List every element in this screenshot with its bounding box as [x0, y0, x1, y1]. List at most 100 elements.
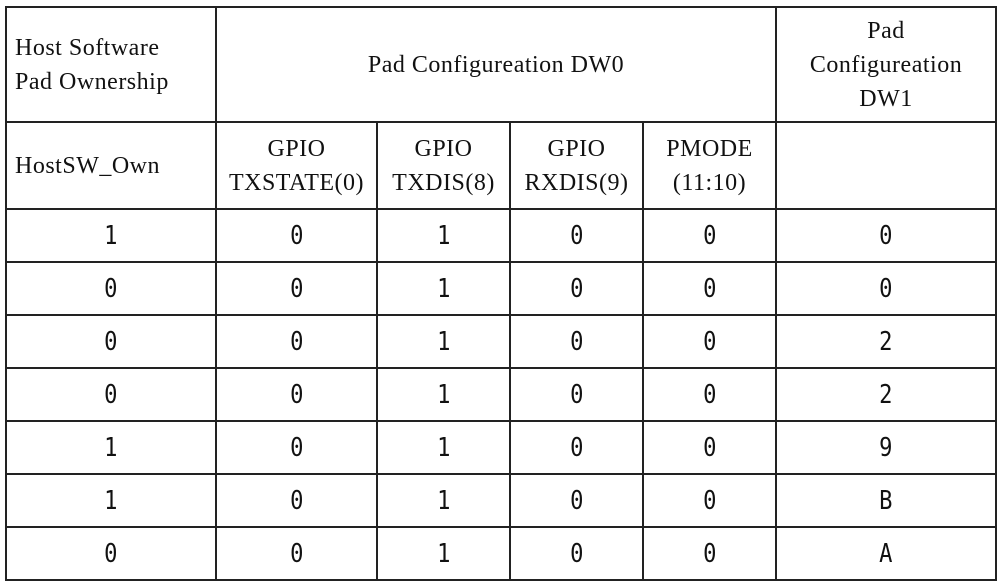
- header-line: Host Software: [15, 34, 160, 61]
- subheader-gpio-txdis: GPIO TXDIS(8): [376, 121, 511, 210]
- cell-value: 0: [569, 485, 584, 516]
- cell-value: 0: [569, 379, 584, 410]
- table-body: 10100000100000100200100210100910100B0010…: [5, 208, 998, 581]
- cell-rxdis: 0: [509, 208, 644, 263]
- cell-value: 0: [569, 432, 584, 463]
- subheader-line: RXDIS(9): [524, 169, 629, 196]
- cell-dw1: 2: [775, 314, 998, 369]
- cell-hostsw-own: 0: [5, 261, 217, 316]
- cell-value: 1: [436, 326, 451, 357]
- cell-value: 0: [702, 538, 717, 569]
- subheader-dw1-empty: [775, 121, 998, 210]
- cell-value: 0: [289, 379, 304, 410]
- cell-hostsw-own: 0: [5, 367, 217, 422]
- cell-rxdis: 0: [509, 420, 644, 475]
- cell-txstate: 0: [215, 473, 378, 528]
- table-row: 0 0 1 0 0 2: [5, 314, 998, 369]
- cell-value: 0: [104, 273, 118, 304]
- cell-value: 0: [104, 326, 118, 357]
- cell-txdis: 1: [376, 473, 511, 528]
- subheader-pmode: PMODE (11:10): [641, 121, 778, 210]
- cell-txdis: 1: [376, 367, 511, 422]
- cell-txstate: 0: [215, 420, 378, 475]
- header-row-sub: HostSW_Own GPIO TXSTATE(0) GPIO TXDIS(8)…: [5, 121, 998, 210]
- cell-dw1: 9: [775, 420, 998, 475]
- cell-value: 1: [104, 485, 118, 516]
- cell-value: 0: [702, 220, 717, 251]
- cell-hostsw-own: 0: [5, 314, 217, 369]
- header-line: Configureation: [809, 51, 963, 78]
- cell-pmode: 0: [641, 526, 778, 581]
- cell-value: 0: [569, 326, 584, 357]
- subheader-gpio-txstate: GPIO TXSTATE(0): [215, 121, 378, 210]
- header-row-top: Host Software Pad Ownership Pad Configur…: [5, 6, 998, 123]
- cell-value: 0: [702, 379, 717, 410]
- cell-value: 0: [879, 220, 893, 251]
- table-row: 0 0 1 0 0 0: [5, 261, 998, 316]
- cell-dw1: 2: [775, 367, 998, 422]
- cell-value: 1: [104, 220, 118, 251]
- cell-pmode: 0: [641, 420, 778, 475]
- table-row: 0 0 1 0 0 A: [5, 526, 998, 581]
- cell-value: 0: [289, 326, 304, 357]
- subheader-line: TXSTATE(0): [228, 169, 365, 196]
- subheader-gpio-rxdis: GPIO RXDIS(9): [509, 121, 644, 210]
- cell-value: A: [879, 538, 893, 569]
- cell-txdis: 1: [376, 314, 511, 369]
- cell-rxdis: 0: [509, 473, 644, 528]
- subheader-line: GPIO: [414, 135, 473, 162]
- cell-dw1: 0: [775, 208, 998, 263]
- subheader-line: PMODE: [666, 135, 753, 162]
- cell-txdis: 1: [376, 526, 511, 581]
- subheader-line: TXDIS(8): [392, 169, 495, 196]
- cell-pmode: 0: [641, 473, 778, 528]
- cell-value: 1: [436, 379, 451, 410]
- pad-configuration-table: Host Software Pad Ownership Pad Configur…: [5, 6, 998, 581]
- cell-value: 0: [879, 273, 893, 304]
- cell-value: 1: [436, 273, 451, 304]
- header-line: Pad: [867, 17, 905, 44]
- subheader-line: GPIO: [267, 135, 326, 162]
- cell-value: 1: [436, 538, 451, 569]
- cell-txstate: 0: [215, 261, 378, 316]
- header-pad-config-dw0: Pad Configureation DW0: [214, 6, 778, 123]
- cell-value: 0: [289, 485, 304, 516]
- subheader-line: (11:10): [672, 169, 747, 196]
- cell-value: 0: [289, 432, 304, 463]
- cell-value: 0: [569, 273, 584, 304]
- cell-pmode: 0: [641, 208, 778, 263]
- cell-txstate: 0: [215, 314, 378, 369]
- cell-value: 2: [879, 326, 893, 357]
- cell-value: 9: [879, 432, 893, 463]
- cell-hostsw-own: 0: [5, 526, 217, 581]
- cell-dw1: A: [775, 526, 998, 581]
- cell-value: 1: [436, 485, 451, 516]
- cell-dw1: 0: [775, 261, 998, 316]
- cell-value: 0: [289, 220, 304, 251]
- cell-rxdis: 0: [509, 526, 644, 581]
- cell-value: 0: [569, 538, 584, 569]
- cell-pmode: 0: [641, 261, 778, 316]
- cell-rxdis: 0: [509, 261, 644, 316]
- cell-pmode: 0: [641, 314, 778, 369]
- cell-txdis: 1: [376, 208, 511, 263]
- table-row: 1 0 1 0 0 B: [5, 473, 998, 528]
- cell-txdis: 1: [376, 420, 511, 475]
- subheader-hostsw-own: HostSW_Own: [5, 121, 217, 210]
- table-row: 0 0 1 0 0 2: [5, 367, 998, 422]
- cell-dw1: B: [775, 473, 998, 528]
- subheader-line: GPIO: [547, 135, 606, 162]
- cell-value: 0: [569, 220, 584, 251]
- table-row: 1 0 1 0 0 9: [5, 420, 998, 475]
- header-pad-config-dw1: Pad Configureation DW1: [775, 6, 998, 123]
- cell-hostsw-own: 1: [5, 208, 217, 263]
- cell-txstate: 0: [215, 526, 378, 581]
- cell-value: B: [879, 485, 893, 516]
- cell-value: 0: [702, 432, 717, 463]
- cell-txstate: 0: [215, 208, 378, 263]
- cell-value: 2: [879, 379, 893, 410]
- cell-value: 1: [436, 432, 451, 463]
- cell-value: 0: [702, 273, 717, 304]
- cell-rxdis: 0: [509, 314, 644, 369]
- cell-value: 1: [104, 432, 118, 463]
